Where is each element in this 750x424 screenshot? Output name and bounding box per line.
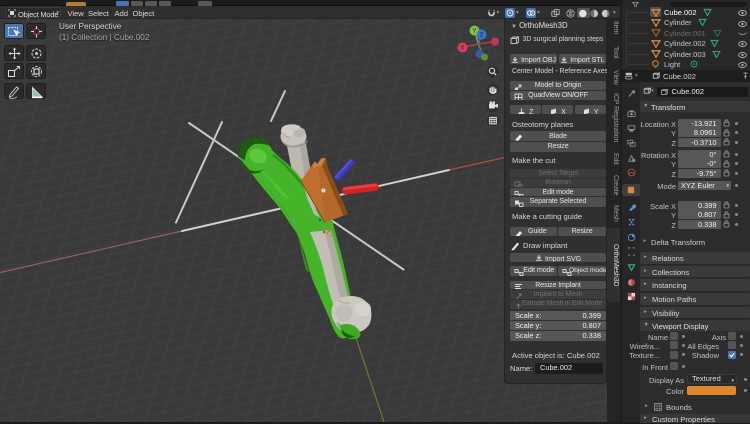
svg-text:X: X: [460, 46, 464, 52]
svg-text:Z: Z: [480, 33, 484, 39]
svg-text:Y: Y: [472, 29, 476, 35]
